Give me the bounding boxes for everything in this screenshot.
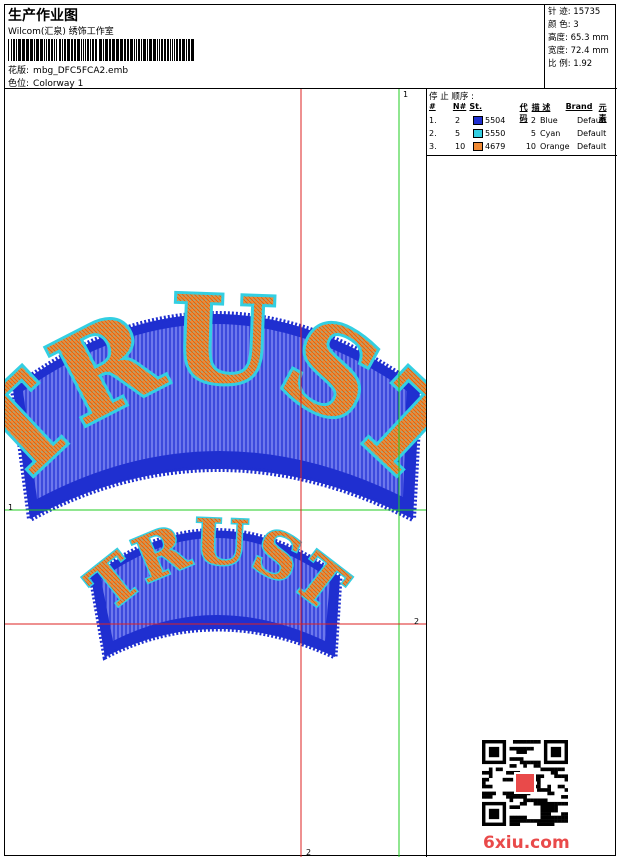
stop-stitches-cell: 4679: [473, 142, 518, 151]
stop-code: 2: [530, 116, 536, 125]
stop-row: 3. 10 4679 10 Orange Default: [427, 140, 617, 153]
stop-index: 1.: [429, 116, 437, 125]
stop-stitches: 5550: [485, 129, 506, 138]
design-width: 宽度: 72.4 mm: [548, 46, 609, 56]
design-label: 花版:: [8, 66, 30, 76]
design-stats: 针 迹: 15735 颜 色: 3 高度: 65.3 mm 宽度: 72.4 m…: [545, 5, 617, 89]
color-swatch: [473, 129, 483, 138]
stop-brand: Default: [577, 142, 607, 151]
design-preview: TRUST TRUST: [5, 89, 426, 857]
stop-code: 5: [530, 129, 536, 138]
color-count: 颜 色: 3: [548, 20, 579, 30]
stop-sequence-columns: # N# St. 代 码 描 述 Brand 元 素: [427, 102, 617, 123]
colorway-line: 色位: Colorway 1: [8, 76, 83, 89]
col-needle: N#: [452, 102, 467, 111]
site-brandmark: 6xiu.com: [483, 833, 570, 853]
stop-sequence-table: 停 止 顺序 : # N# St. 代 码 描 述 Brand 元 素 1. 2 5…: [427, 89, 617, 156]
guide-label-h2: 2: [414, 617, 420, 626]
studio-name: Wilcom(汇泉) 绣饰工作室: [8, 27, 114, 37]
qr-code: [482, 740, 568, 826]
guide-label-h1: 1: [8, 503, 14, 512]
production-worksheet: 生产作业图 Wilcom(汇泉) 绣饰工作室 花版: mbg_DFC5FCA2.e…: [4, 4, 617, 857]
stop-stitches: 4679: [485, 142, 506, 151]
colorway-value: Colorway 1: [33, 79, 84, 89]
guide-label-v2: 2: [306, 848, 312, 857]
stop-index: 2.: [429, 129, 437, 138]
guide-label-v1: 1: [403, 90, 409, 99]
stop-index: 3.: [429, 142, 437, 151]
stop-row: 1. 2 5504 2 Blue Default: [427, 114, 617, 127]
col-element: 元 素: [598, 103, 607, 123]
col-description: 描 述: [531, 103, 551, 112]
document-title: 生产作业图: [8, 8, 78, 24]
stop-needle: 5: [455, 129, 461, 138]
stitch-count: 针 迹: 15735: [548, 7, 601, 17]
color-swatch: [473, 142, 483, 151]
col-index: #: [429, 102, 436, 111]
small-patch: TRUST: [72, 504, 362, 661]
stop-stitches-cell: 5550: [473, 129, 518, 138]
color-swatch: [473, 116, 483, 125]
stop-stitches-cell: 5504: [473, 116, 518, 125]
svg-text:TRUST: TRUST: [5, 269, 426, 510]
design-file-line: 花版: mbg_DFC5FCA2.emb: [8, 63, 128, 76]
design-scale: 比 例: 1.92: [548, 59, 593, 69]
stop-code: 10: [525, 142, 536, 151]
stop-brand: Default: [577, 129, 607, 138]
stop-sequence-title: 停 止 顺序 :: [429, 92, 474, 102]
header: 生产作业图 Wilcom(汇泉) 绣饰工作室 花版: mbg_DFC5FCA2.e…: [5, 5, 545, 89]
stop-needle: 10: [455, 142, 466, 151]
stop-needle: 2: [455, 116, 461, 125]
stop-description: Blue: [540, 116, 558, 125]
barcode: [8, 39, 194, 61]
col-brand: Brand: [565, 102, 593, 111]
colorway-label: 色位:: [8, 79, 30, 89]
design-canvas: TRUST TRUST 1 1 2 2: [5, 89, 426, 857]
stop-brand: Default: [577, 116, 607, 125]
stop-row: 2. 5 5550 5 Cyan Default: [427, 127, 617, 140]
col-stitches: St.: [469, 102, 483, 111]
design-height: 高度: 65.3 mm: [548, 33, 609, 43]
col-code: 代 码: [519, 103, 528, 123]
stop-stitches: 5504: [485, 116, 506, 125]
large-patch: TRUST: [5, 266, 426, 524]
design-file: mbg_DFC5FCA2.emb: [33, 66, 129, 76]
stop-description: Orange: [540, 142, 570, 151]
large-patch-text: TRUST: [5, 266, 426, 513]
stop-description: Cyan: [540, 129, 561, 138]
